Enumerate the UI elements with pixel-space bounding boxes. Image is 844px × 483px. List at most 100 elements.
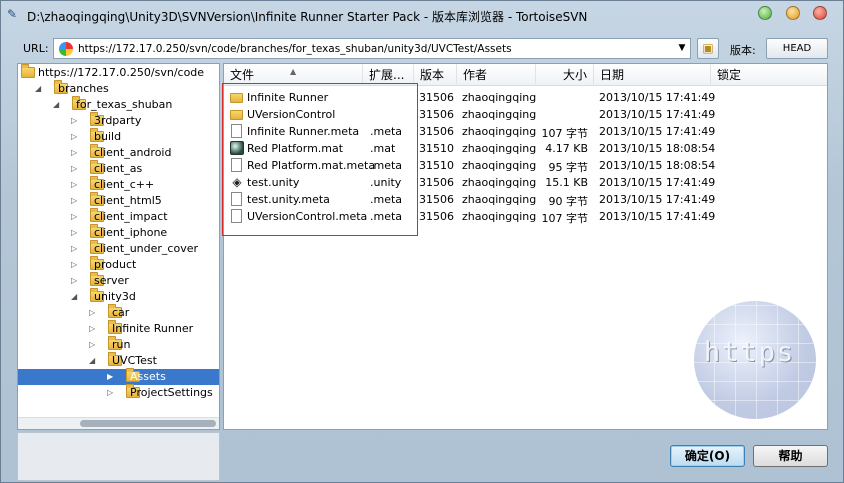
file-author-cell: zhaoqingqing <box>462 159 537 172</box>
tree-item[interactable]: ▷ client_iphone <box>18 224 219 241</box>
tree-item-label: build <box>94 130 122 143</box>
tree-item[interactable]: ▷ product <box>18 256 219 273</box>
tree-item[interactable]: ▷ client_html5 <box>18 192 219 209</box>
collapsed-arrow-icon[interactable]: ▷ <box>71 147 81 159</box>
collapsed-arrow-icon[interactable]: ▷ <box>71 211 81 223</box>
minimize-button[interactable] <box>758 6 772 20</box>
file-ext-cell: .meta <box>370 210 403 223</box>
file-size-cell: 107 字节 <box>541 127 589 140</box>
tree-item[interactable]: https://172.17.0.250/svn/code <box>18 64 219 81</box>
tree-item[interactable]: ◢ branches <box>18 80 219 97</box>
material-icon <box>230 141 244 155</box>
file-name-cell: Red Platform.mat.meta <box>247 159 376 172</box>
collapsed-arrow-icon[interactable]: ▷ <box>71 115 81 127</box>
column-header-size[interactable]: 大小 <box>536 64 594 86</box>
file-name-cell: test.unity.meta <box>247 193 330 206</box>
file-rev-cell: 31506 <box>419 91 454 104</box>
tree-item-label: Infinite Runner <box>112 322 194 335</box>
url-input[interactable]: https://172.17.0.250/svn/code/branches/f… <box>78 43 512 55</box>
tree-item[interactable]: ◢ unity3d <box>18 288 219 305</box>
file-ext-cell: .meta <box>370 193 403 206</box>
tree-item[interactable]: ▷ ProjectSettings <box>18 384 219 401</box>
help-button[interactable]: 帮助 <box>753 445 828 467</box>
collapsed-arrow-icon[interactable]: ▷ <box>71 195 81 207</box>
tree-item-label: server <box>94 274 129 287</box>
collapsed-arrow-icon[interactable]: ▷ <box>71 131 81 143</box>
collapsed-arrow-icon[interactable]: ▷ <box>71 227 81 239</box>
tree-horizontal-scrollbar[interactable] <box>18 417 219 429</box>
tree-item-label: client_impact <box>94 210 168 223</box>
collapsed-arrow-icon[interactable]: ▷ <box>89 339 99 351</box>
revision-button[interactable]: HEAD <box>766 38 828 59</box>
collapsed-arrow-icon[interactable]: ▷ <box>71 163 81 175</box>
collapsed-arrow-icon[interactable]: ▷ <box>71 179 81 191</box>
browse-folder-button[interactable]: ▣ <box>697 38 719 59</box>
file-author-cell: zhaoqingqing <box>462 125 537 138</box>
expanded-arrow-icon[interactable]: ◢ <box>89 355 99 367</box>
column-header-lock[interactable]: 锁定 <box>711 64 827 86</box>
tree-item-label: car <box>112 306 130 319</box>
file-rev-cell: 31506 <box>419 108 454 121</box>
document-icon <box>231 158 242 172</box>
file-rev-cell: 31510 <box>419 142 454 155</box>
file-list-header: 文件 ▲ 扩展... 版本 作者 大小 日期 锁定 <box>224 64 827 86</box>
repository-icon <box>59 42 73 56</box>
file-size-cell: 4.17 KB <box>545 142 588 155</box>
tree-item[interactable]: ▷ client_c++ <box>18 176 219 193</box>
collapsed-arrow-icon[interactable]: ▷ <box>107 387 117 399</box>
table-row[interactable]: UVersionControl.meta .meta 31506 zhaoqingqi… <box>224 208 827 225</box>
column-header-rev[interactable]: 版本 <box>414 64 457 86</box>
tree-item[interactable]: ▷ client_under_cover <box>18 240 219 257</box>
tree-item[interactable]: ▷ run <box>18 336 219 353</box>
table-row[interactable]: ◈ test.unity .unity 31506 zhaoqingqing 15.1 K… <box>224 174 827 191</box>
file-rev-cell: 31506 <box>419 125 454 138</box>
file-list[interactable]: 文件 ▲ 扩展... 版本 作者 大小 日期 锁定 Infinite Runne… <box>223 63 828 430</box>
file-ext-cell: .unity <box>370 176 402 189</box>
collapsed-arrow-icon[interactable]: ▷ <box>71 259 81 271</box>
tree-item[interactable]: ▶ Assets <box>18 368 219 385</box>
url-combobox[interactable]: https://172.17.0.250/svn/code/branches/f… <box>53 38 691 59</box>
column-header-date[interactable]: 日期 <box>594 64 711 86</box>
folder-icon <box>230 110 243 120</box>
tree-item[interactable]: ▷ car <box>18 304 219 321</box>
expanded-arrow-icon[interactable]: ◢ <box>71 291 81 303</box>
file-ext-cell: .mat <box>370 142 396 155</box>
collapsed-arrow-icon[interactable]: ▷ <box>89 307 99 319</box>
table-row[interactable]: test.unity.meta .meta 31506 zhaoqingqing 90 … <box>224 191 827 208</box>
expanded-arrow-icon[interactable]: ◢ <box>53 99 63 111</box>
scrollbar-thumb[interactable] <box>80 420 216 427</box>
file-date-cell: 2013/10/15 17:41:49 <box>599 125 716 138</box>
collapsed-arrow-icon[interactable]: ▷ <box>71 275 81 287</box>
tree-item[interactable]: ▷ server <box>18 272 219 289</box>
tree-item[interactable]: ▷ client_impact <box>18 208 219 225</box>
tree-item[interactable]: ▷ client_as <box>18 160 219 177</box>
table-row[interactable]: Red Platform.mat .mat 31510 zhaoqingqing 4.1… <box>224 140 827 157</box>
collapsed-arrow-icon[interactable]: ▷ <box>89 323 99 335</box>
sort-ascending-icon: ▲ <box>290 67 297 76</box>
tree-item[interactable]: ▷ build <box>18 128 219 145</box>
table-row[interactable]: Infinite Runner 31506 zhaoqingqing 2013/10/… <box>224 89 827 106</box>
chevron-down-icon[interactable]: ▼ <box>676 42 688 55</box>
maximize-button[interactable] <box>786 6 800 20</box>
tree-item[interactable]: ◢ for_texas_shuban <box>18 96 219 113</box>
tree-item[interactable]: ▷ 3rdparty <box>18 112 219 129</box>
collapsed-arrow-icon[interactable]: ▶ <box>107 371 117 383</box>
column-header-file[interactable]: 文件 ▲ <box>224 64 363 86</box>
expanded-arrow-icon[interactable]: ◢ <box>35 83 45 95</box>
table-row[interactable]: Red Platform.mat.meta .meta 31510 zhaoqingq… <box>224 157 827 174</box>
tree-item[interactable]: ▷ client_android <box>18 144 219 161</box>
tree-item-label: client_as <box>94 162 143 175</box>
table-row[interactable]: Infinite Runner.meta .meta 31506 zhaoqingqi… <box>224 123 827 140</box>
ok-button[interactable]: 确定(O) <box>670 445 745 467</box>
tree-item[interactable]: ▷ Infinite Runner <box>18 320 219 337</box>
tree-item-label: client_c++ <box>94 178 155 191</box>
close-button[interactable] <box>813 6 827 20</box>
tree-item-label: UVCTest <box>112 354 157 367</box>
column-header-ext[interactable]: 扩展... <box>363 64 414 86</box>
file-date-cell: 2013/10/15 17:41:49 <box>599 91 716 104</box>
tree-item[interactable]: ◢ UVCTest <box>18 352 219 369</box>
collapsed-arrow-icon[interactable]: ▷ <box>71 243 81 255</box>
folder-tree[interactable]: https://172.17.0.250/svn/code ◢ branches ◢ f… <box>17 63 220 430</box>
table-row[interactable]: UVersionControl 31506 zhaoqingqing 2013/10/… <box>224 106 827 123</box>
column-header-author[interactable]: 作者 <box>457 64 536 86</box>
